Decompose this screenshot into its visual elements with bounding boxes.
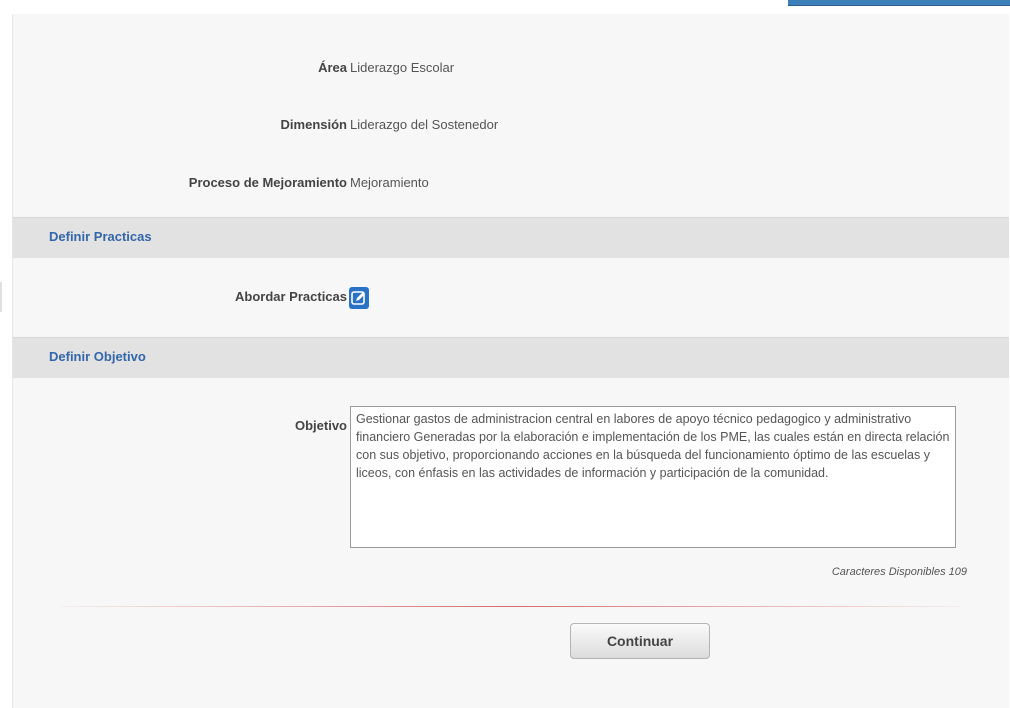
edit-icon: [351, 291, 365, 305]
abordar-practicas-label: Abordar Practicas: [235, 289, 347, 304]
area-value: Liderazgo Escolar: [350, 60, 455, 75]
dimension-row: Dimensión Liderazgo del Sostenedor: [13, 115, 1009, 135]
proceso-value: Mejoramiento: [350, 175, 429, 190]
definir-objetivo-header: Definir Objetivo: [13, 337, 1009, 378]
definir-practicas-title: Definir Practicas: [49, 229, 152, 244]
form-panel: Área Liderazgo Escolar Dimensión Lideraz…: [12, 14, 1009, 708]
definir-practicas-header: Definir Practicas: [13, 217, 1009, 258]
abordar-practicas-edit-button[interactable]: [349, 287, 369, 309]
caracteres-disponibles: Caracteres Disponibles 109: [831, 566, 967, 578]
area-row: Área Liderazgo Escolar: [13, 58, 1009, 78]
proceso-label: Proceso de Mejoramiento: [188, 175, 347, 190]
top-tab-strip: [788, 0, 1010, 6]
area-label: Área: [318, 60, 347, 75]
abordar-practicas-row: Abordar Practicas: [13, 287, 1009, 307]
objetivo-textarea[interactable]: Gestionar gastos de administracion centr…: [350, 406, 956, 548]
left-edge-marker: [0, 282, 2, 312]
dimension-value: Liderazgo del Sostenedor: [350, 117, 499, 132]
divider-line: [61, 606, 961, 607]
dimension-label: Dimensión: [280, 117, 347, 132]
objetivo-label: Objetivo: [294, 418, 347, 433]
continuar-button[interactable]: Continuar: [570, 623, 710, 659]
proceso-row: Proceso de Mejoramiento Mejoramiento: [13, 173, 1009, 193]
definir-objetivo-title: Definir Objetivo: [49, 349, 146, 364]
